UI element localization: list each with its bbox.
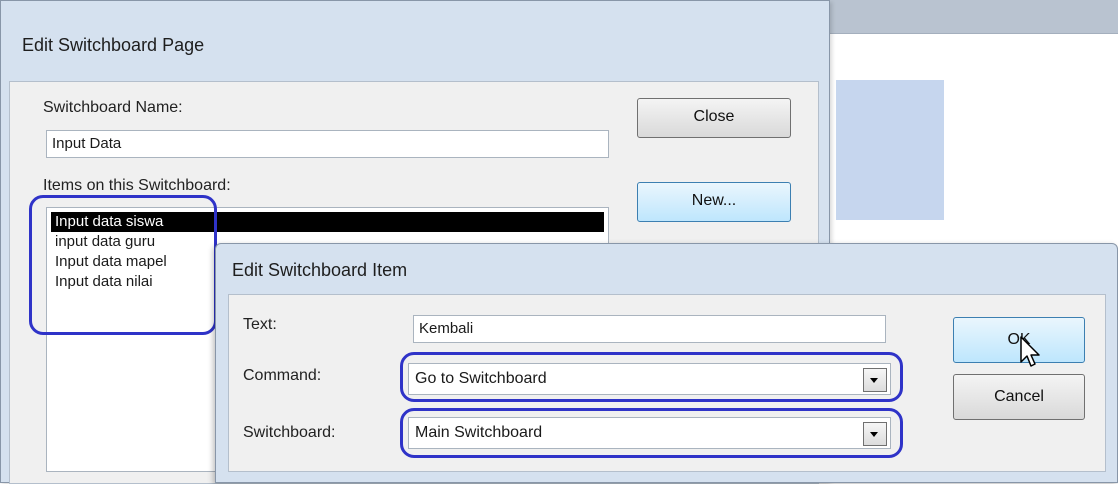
background-window-titlebar: [820, 0, 1118, 34]
switchboard-name-label: Switchboard Name:: [43, 99, 183, 117]
new-button[interactable]: New...: [637, 182, 791, 222]
text-input[interactable]: Kembali: [413, 315, 886, 343]
text-label: Text:: [243, 316, 277, 333]
cancel-button[interactable]: Cancel: [953, 374, 1085, 420]
close-button[interactable]: Close: [637, 98, 791, 138]
command-label: Command:: [243, 367, 322, 384]
item-dialog-title: Edit Switchboard Item: [232, 260, 408, 280]
switchboard-name-label-text: Switchboard Name:: [43, 99, 183, 116]
items-highlight-annotation: [29, 195, 217, 335]
items-label: Items on this Switchboard:: [43, 177, 231, 194]
switchboard-label: Switchboard:: [243, 424, 336, 441]
command-highlight-annotation: [400, 352, 903, 402]
mouse-cursor-icon: [1020, 336, 1040, 367]
switchboard-name-input[interactable]: Input Data: [46, 130, 609, 158]
switchboard-highlight-annotation: [400, 408, 903, 458]
background-panel: [836, 80, 944, 220]
dialog-title: Edit Switchboard Page: [22, 35, 205, 55]
